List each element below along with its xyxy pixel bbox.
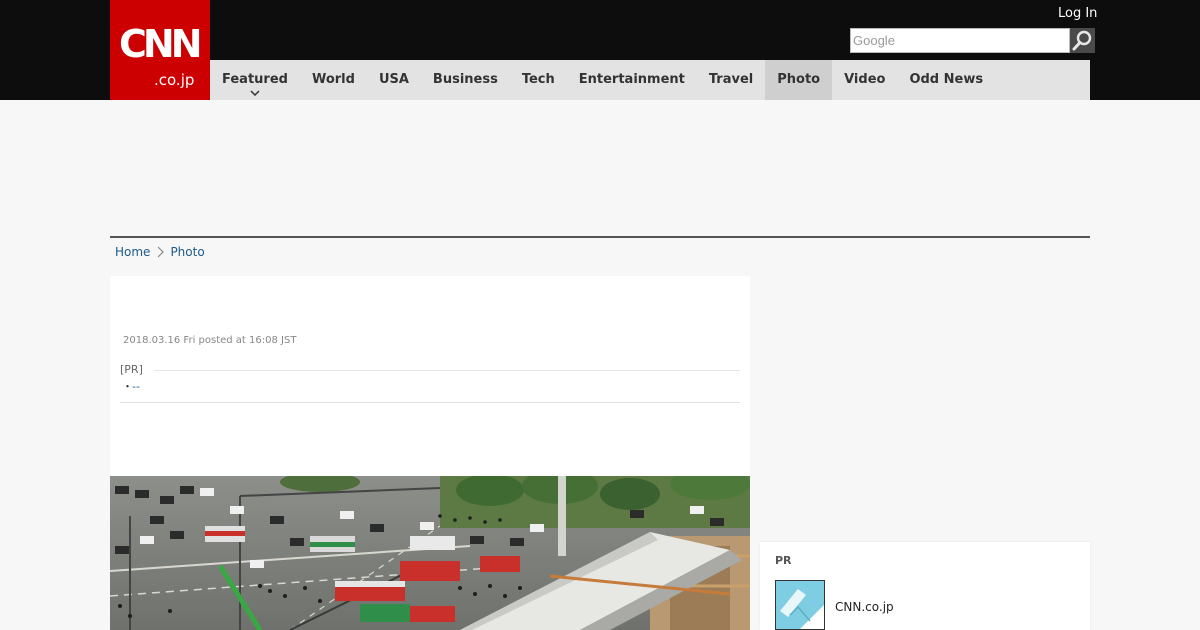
breadcrumb-home[interactable]: Home bbox=[115, 243, 150, 261]
logo-domain: .co.jp bbox=[154, 71, 195, 89]
search-input[interactable] bbox=[850, 28, 1070, 53]
chevron-down-icon bbox=[250, 90, 260, 96]
nav-item-business[interactable]: Business bbox=[421, 60, 510, 100]
article-photo bbox=[110, 476, 750, 630]
sidebar-thumbnail[interactable] bbox=[775, 580, 825, 630]
search-icon bbox=[1072, 30, 1092, 51]
thumbnail-image-icon bbox=[776, 581, 824, 629]
cnn-logo[interactable]: CNN .co.jp bbox=[110, 0, 210, 100]
pr-link[interactable]: -- bbox=[132, 380, 140, 394]
nav-item-video[interactable]: Video bbox=[832, 60, 897, 100]
nav-item-label: Featured bbox=[222, 72, 288, 87]
pr-rule bbox=[154, 370, 740, 371]
sidebar-link[interactable]: CNN.co.jp bbox=[835, 599, 894, 615]
breadcrumb: Home Photo bbox=[115, 243, 205, 261]
login-link[interactable]: Log In bbox=[1058, 5, 1097, 23]
sidebar-heading: PR bbox=[775, 554, 792, 567]
breadcrumb-photo[interactable]: Photo bbox=[170, 243, 204, 261]
logo-wordmark: CNN bbox=[119, 22, 202, 66]
nav-item-featured[interactable]: Featured bbox=[210, 60, 300, 100]
nav-item-entertainment[interactable]: Entertainment bbox=[567, 60, 697, 100]
nav-item-usa[interactable]: USA bbox=[367, 60, 421, 100]
nav-item-travel[interactable]: Travel bbox=[697, 60, 765, 100]
sidebar-pr-card: PR CNN.co.jp bbox=[760, 542, 1090, 630]
main-nav: Featured World USA Business Tech Enterta… bbox=[210, 60, 1090, 100]
article-card: 2018.03.16 Fri posted at 16:08 JST [PR] … bbox=[110, 276, 750, 630]
pr-label: [PR] bbox=[120, 363, 143, 376]
nav-item-tech[interactable]: Tech bbox=[510, 60, 567, 100]
top-bar: CNN .co.jp Log In Featured World USA Bus… bbox=[0, 0, 1200, 100]
search-button[interactable] bbox=[1070, 28, 1095, 53]
pr-box: [PR] ・ -- bbox=[120, 362, 740, 403]
section-divider bbox=[110, 236, 1090, 238]
nav-item-world[interactable]: World bbox=[300, 60, 367, 100]
ad-banner-area bbox=[110, 100, 1090, 236]
chevron-right-icon bbox=[158, 246, 165, 258]
nav-item-photo[interactable]: Photo bbox=[765, 60, 833, 100]
article-timestamp: 2018.03.16 Fri posted at 16:08 JST bbox=[123, 335, 297, 346]
nav-item-odd-news[interactable]: Odd News bbox=[897, 60, 995, 100]
